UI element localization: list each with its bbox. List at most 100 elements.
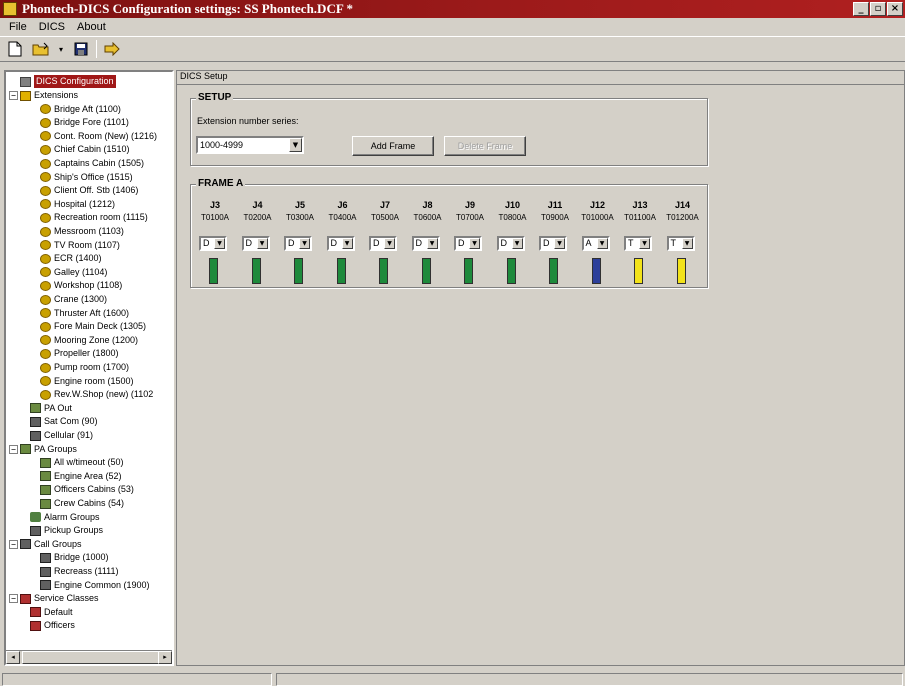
tree-item[interactable]: Recreass (1111) xyxy=(40,565,119,578)
series-select[interactable]: 1000-4999 ▼ xyxy=(196,136,304,154)
chevron-down-icon[interactable]: ▼ xyxy=(299,238,310,249)
gear-icon xyxy=(40,376,51,387)
port-mode-select[interactable]: D ▼ xyxy=(326,236,355,251)
tree-item[interactable]: Engine Common (1900) xyxy=(40,579,150,592)
port-mode-select[interactable]: D ▼ xyxy=(454,236,482,251)
chevron-down-icon[interactable]: ▼ xyxy=(554,238,565,249)
tree-horizontal-scrollbar[interactable]: ◂ ▸ xyxy=(6,650,172,664)
phone-icon xyxy=(40,566,51,577)
tree-item[interactable]: Crew Cabins (54) xyxy=(40,497,124,510)
tree-root[interactable]: DICS Configuration xyxy=(20,75,116,88)
port-mode-value: D xyxy=(288,238,295,248)
port-mode-select[interactable]: T ▼ xyxy=(666,236,695,251)
tree-item[interactable]: Sat Com (90) xyxy=(30,415,98,428)
gear-icon xyxy=(40,253,51,264)
tab-dics-setup[interactable]: DICS Setup xyxy=(180,70,228,82)
restore-button[interactable]: ▫ xyxy=(870,2,886,16)
tree-item[interactable]: Alarm Groups xyxy=(30,511,100,524)
run-arrow-icon[interactable] xyxy=(101,39,123,59)
chevron-down-icon[interactable]: ▼ xyxy=(289,138,302,152)
tree-item[interactable]: Fore Main Deck (1305) xyxy=(40,320,146,333)
tree-item[interactable]: Officers xyxy=(30,619,75,632)
port-mode-value: A xyxy=(585,238,592,248)
port-mode-select[interactable]: D ▼ xyxy=(411,236,440,251)
tree-item[interactable]: Service Classes xyxy=(20,592,99,605)
chevron-down-icon[interactable]: ▼ xyxy=(639,238,650,249)
tree-item[interactable]: Workshop (1108) xyxy=(40,279,122,292)
scrollbar-thumb[interactable] xyxy=(22,651,162,664)
chevron-down-icon[interactable]: ▼ xyxy=(511,238,523,249)
collapse-icon[interactable]: − xyxy=(9,444,18,454)
tree-item[interactable]: Crane (1300) xyxy=(40,293,107,306)
tree-item[interactable]: Galley (1104) xyxy=(40,266,107,279)
tree-item[interactable]: Cellular (91) xyxy=(30,429,93,442)
tree-item[interactable]: Default xyxy=(30,606,73,619)
chevron-down-icon[interactable]: ▼ xyxy=(214,238,225,249)
config-tree[interactable]: DICS Configuration Extensions − Bridge Aft… xyxy=(4,70,174,666)
tree-item[interactable]: Hospital (1212) xyxy=(40,198,115,211)
tree-item[interactable]: Ship's Office (1515) xyxy=(40,171,133,184)
tree-item-label: Call Groups xyxy=(34,538,82,549)
chevron-down-icon[interactable]: ▼ xyxy=(596,238,608,249)
close-button[interactable]: × xyxy=(887,2,903,16)
chevron-down-icon[interactable]: ▼ xyxy=(256,238,268,249)
tree-item[interactable]: Pump room (1700) xyxy=(40,361,129,374)
tree-item[interactable]: Bridge (1000) xyxy=(40,551,109,564)
tree-item[interactable]: Chief Cabin (1510) xyxy=(40,143,130,156)
tree-item[interactable]: Mooring Zone (1200) xyxy=(40,334,138,347)
chevron-down-icon[interactable]: ▼ xyxy=(681,238,693,249)
port-mode-select[interactable]: D ▼ xyxy=(369,236,397,251)
tree-item[interactable]: PA Groups xyxy=(20,443,77,456)
chevron-down-icon[interactable]: ▼ xyxy=(469,238,480,249)
tree-item[interactable]: Bridge Aft (1100) xyxy=(40,103,121,116)
tree-item[interactable]: Engine Area (52) xyxy=(40,470,122,483)
tree-item[interactable]: Cont. Room (New) (1216) xyxy=(40,130,157,143)
tree-item[interactable]: Thruster Aft (1600) xyxy=(40,307,129,320)
port-mode-select[interactable]: D ▼ xyxy=(199,236,227,251)
chevron-down-icon[interactable]: ▼ xyxy=(384,238,395,249)
collapse-icon[interactable]: − xyxy=(9,539,18,549)
tree-item[interactable]: Messroom (1103) xyxy=(40,225,124,238)
tree-item[interactable]: Propeller (1800) xyxy=(40,347,119,360)
port-mode-select[interactable]: T ▼ xyxy=(624,236,652,251)
tree-item[interactable]: Call Groups xyxy=(20,538,82,551)
chevron-down-icon[interactable]: ▼ xyxy=(341,238,353,249)
port-mode-select[interactable]: D ▼ xyxy=(241,236,270,251)
menu-about[interactable]: About xyxy=(71,21,112,33)
jack-label: J11 xyxy=(547,200,563,210)
tree-item[interactable]: All w/timeout (50) xyxy=(40,456,124,469)
port-mode-select[interactable]: A ▼ xyxy=(581,236,610,251)
scroll-right-icon[interactable]: ▸ xyxy=(158,651,172,664)
menu-dics[interactable]: DICS xyxy=(33,21,71,33)
port-mode-select[interactable]: D ▼ xyxy=(284,236,312,251)
tree-item[interactable]: Bridge Fore (1101) xyxy=(40,116,129,129)
tree-item[interactable]: PA Out xyxy=(30,402,72,415)
chevron-down-icon[interactable]: ▼ xyxy=(426,238,438,249)
tree-item[interactable]: Captains Cabin (1505) xyxy=(40,157,144,170)
dropdown-arrow-icon[interactable]: ▾ xyxy=(56,39,66,59)
port-mode-value: D xyxy=(415,238,423,248)
new-document-icon[interactable] xyxy=(4,39,26,59)
tree-item[interactable]: Rev.W.Shop (new) (1102 xyxy=(40,388,153,401)
tree-item[interactable]: Officers Cabins (53) xyxy=(40,483,134,496)
tree-item[interactable]: Recreation room (1115) xyxy=(40,211,148,224)
tree-item[interactable]: TV Room (1107) xyxy=(40,239,120,252)
tree-item[interactable]: Engine room (1500) xyxy=(40,375,134,388)
collapse-icon[interactable]: − xyxy=(9,91,18,100)
port-mode-select[interactable]: D ▼ xyxy=(539,236,567,251)
minimize-button[interactable]: _ xyxy=(853,2,869,16)
open-folder-icon[interactable] xyxy=(30,39,52,59)
add-frame-button[interactable]: Add Frame xyxy=(352,136,434,156)
collapse-icon[interactable]: − xyxy=(9,594,18,604)
menu-file[interactable]: File xyxy=(3,21,33,33)
delete-frame-button[interactable]: Delete Frame xyxy=(444,136,526,156)
tree-item[interactable]: ECR (1400) xyxy=(40,252,102,265)
tree-item[interactable]: Extensions xyxy=(20,89,78,102)
terminal-label: T0200A xyxy=(243,213,272,222)
save-disk-icon[interactable] xyxy=(70,39,92,59)
port-mode-select[interactable]: D ▼ xyxy=(496,236,525,251)
tree-item[interactable]: Pickup Groups xyxy=(30,524,103,537)
terminal-label: T0800A xyxy=(498,213,527,222)
scroll-left-icon[interactable]: ◂ xyxy=(6,651,20,664)
tree-item[interactable]: Client Off. Stb (1406) xyxy=(40,184,138,197)
